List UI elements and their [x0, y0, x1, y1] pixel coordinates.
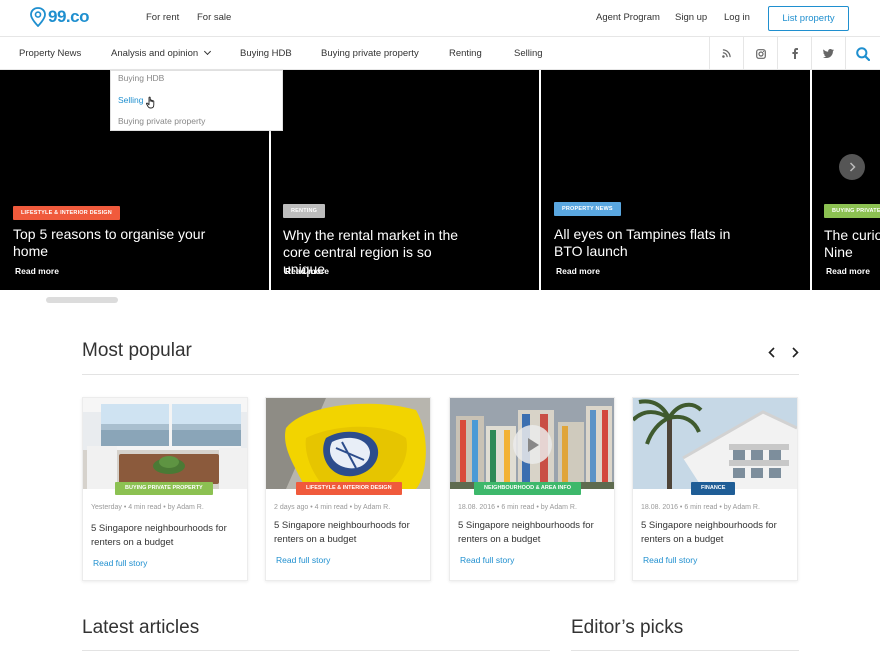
section-divider	[82, 650, 550, 651]
hero-read-more[interactable]: Read more	[826, 266, 870, 276]
card-meta: 18.08. 2016 • 6 min read • by Adam R.	[641, 504, 760, 511]
nav-analysis-label: Analysis and opinion	[111, 48, 199, 59]
nav-renting[interactable]: Renting	[449, 48, 482, 59]
agent-program-link[interactable]: Agent Program	[596, 12, 660, 23]
for-sale-link[interactable]: For sale	[197, 12, 231, 23]
nav-analysis-and-opinion[interactable]: Analysis and opinion	[111, 47, 212, 59]
editors-picks-heading: Editor’s picks	[571, 617, 684, 638]
rss-button[interactable]	[709, 37, 743, 70]
popular-card[interactable]: LIFESTYLE & INTERIOR DESIGN 2 days ago •…	[265, 397, 431, 581]
play-icon	[527, 437, 539, 452]
hero-badge[interactable]: LIFESTYLE & INTERIOR DESIGN	[13, 206, 120, 220]
search-icon	[856, 46, 870, 61]
hero-slide[interactable]: RENTING Why the rental market in the cor…	[271, 70, 539, 290]
nav-buying-private-property[interactable]: Buying private property	[321, 48, 419, 59]
for-rent-link[interactable]: For rent	[146, 12, 179, 23]
nav-selling[interactable]: Selling	[514, 48, 543, 59]
hero-read-more[interactable]: Read more	[285, 266, 329, 276]
popular-card[interactable]: FINANCE 18.08. 2016 • 6 min read • by Ad…	[632, 397, 798, 581]
hero-badge[interactable]: BUYING PRIVATE	[824, 204, 880, 218]
logo[interactable]: 99.co	[30, 7, 89, 27]
read-full-story-link[interactable]: Read full story	[93, 558, 147, 568]
section-divider	[82, 374, 799, 375]
latest-articles-heading: Latest articles	[82, 617, 200, 638]
instagram-icon	[755, 48, 766, 59]
hero-read-more[interactable]: Read more	[15, 266, 59, 276]
top-bar: 99.co For rent For sale Agent Program Si…	[0, 0, 880, 36]
card-image[interactable]	[83, 398, 247, 489]
read-full-story-link[interactable]: Read full story	[276, 555, 330, 565]
analysis-dropdown-menu: Buying HDB Selling Buying private proper…	[110, 70, 283, 131]
card-photo-yellow-chair	[266, 398, 430, 489]
most-popular-heading: Most popular	[82, 340, 192, 361]
play-button[interactable]	[513, 425, 552, 464]
map-pin-icon	[30, 7, 46, 27]
card-photo-dining-room	[83, 398, 247, 489]
nav-property-news[interactable]: Property News	[19, 48, 81, 59]
main-nav: Property News Analysis and opinion Buyin…	[0, 36, 880, 70]
hero-title[interactable]: The curio Nine	[824, 227, 880, 261]
card-title[interactable]: 5 Singapore neighbourhoods for renters o…	[91, 522, 241, 550]
dropdown-item-selling[interactable]: Selling	[118, 95, 144, 105]
card-badge[interactable]: LIFESTYLE & INTERIOR DESIGN	[296, 482, 402, 495]
popular-card[interactable]: NEIGHBOURHOOD & AREA INFO 18.08. 2016 • …	[449, 397, 615, 581]
dropdown-item-buying-hdb[interactable]: Buying HDB	[118, 73, 164, 83]
read-full-story-link[interactable]: Read full story	[460, 555, 514, 565]
nav-buying-hdb[interactable]: Buying HDB	[240, 48, 292, 59]
hero-title[interactable]: Top 5 reasons to organise your home	[13, 226, 213, 260]
card-badge[interactable]: BUYING PRIVATE PROPERTY	[115, 482, 213, 495]
hero-slide[interactable]: BUYING PRIVATE The curio Nine Read more	[812, 70, 880, 290]
instagram-button[interactable]	[743, 37, 777, 70]
card-image[interactable]	[633, 398, 797, 489]
hero-next-button[interactable]	[839, 154, 865, 180]
hero-scrollbar[interactable]	[46, 297, 118, 303]
sign-up-link[interactable]: Sign up	[675, 12, 707, 23]
list-property-button[interactable]: List property	[768, 6, 849, 31]
card-image[interactable]	[450, 398, 614, 489]
card-image[interactable]	[266, 398, 430, 489]
read-full-story-link[interactable]: Read full story	[643, 555, 697, 565]
chevron-right-icon	[849, 162, 856, 172]
card-title[interactable]: 5 Singapore neighbourhoods for renters o…	[458, 519, 608, 547]
popular-card[interactable]: BUYING PRIVATE PROPERTY Yesterday • 4 mi…	[82, 397, 248, 581]
popular-prev-button[interactable]	[765, 345, 777, 359]
card-meta: Yesterday • 4 min read • by Adam R.	[91, 504, 204, 511]
facebook-button[interactable]	[777, 37, 811, 70]
card-title[interactable]: 5 Singapore neighbourhoods for renters o…	[274, 519, 424, 547]
chevron-down-icon	[204, 47, 212, 56]
rss-icon	[722, 49, 731, 58]
hand-cursor-icon	[146, 96, 155, 109]
twitter-icon	[823, 49, 834, 58]
card-photo-condo-palm	[633, 398, 797, 489]
section-divider	[571, 650, 799, 651]
twitter-button[interactable]	[811, 37, 845, 70]
search-button[interactable]	[845, 37, 880, 70]
popular-next-button[interactable]	[789, 345, 801, 359]
hero-badge[interactable]: PROPERTY NEWS	[554, 202, 621, 216]
logo-text: 99.co	[48, 7, 89, 26]
hero-badge[interactable]: RENTING	[283, 204, 326, 218]
chevron-right-icon	[791, 346, 799, 358]
hero-title[interactable]: All eyes on Tampines flats in BTO launch	[554, 226, 744, 260]
chevron-left-icon	[767, 346, 775, 358]
card-badge[interactable]: FINANCE	[691, 482, 736, 495]
facebook-icon	[791, 48, 798, 59]
card-meta: 18.08. 2016 • 6 min read • by Adam R.	[458, 504, 577, 511]
card-meta: 2 days ago • 4 min read • by Adam R.	[274, 504, 391, 511]
hero-slide[interactable]: PROPERTY NEWS All eyes on Tampines flats…	[541, 70, 810, 290]
dropdown-item-buying-private-property[interactable]: Buying private property	[118, 116, 205, 126]
hero-read-more[interactable]: Read more	[556, 266, 600, 276]
log-in-link[interactable]: Log in	[724, 12, 750, 23]
card-title[interactable]: 5 Singapore neighbourhoods for renters o…	[641, 519, 791, 547]
card-badge[interactable]: NEIGHBOURHOOD & AREA INFO	[474, 482, 581, 495]
